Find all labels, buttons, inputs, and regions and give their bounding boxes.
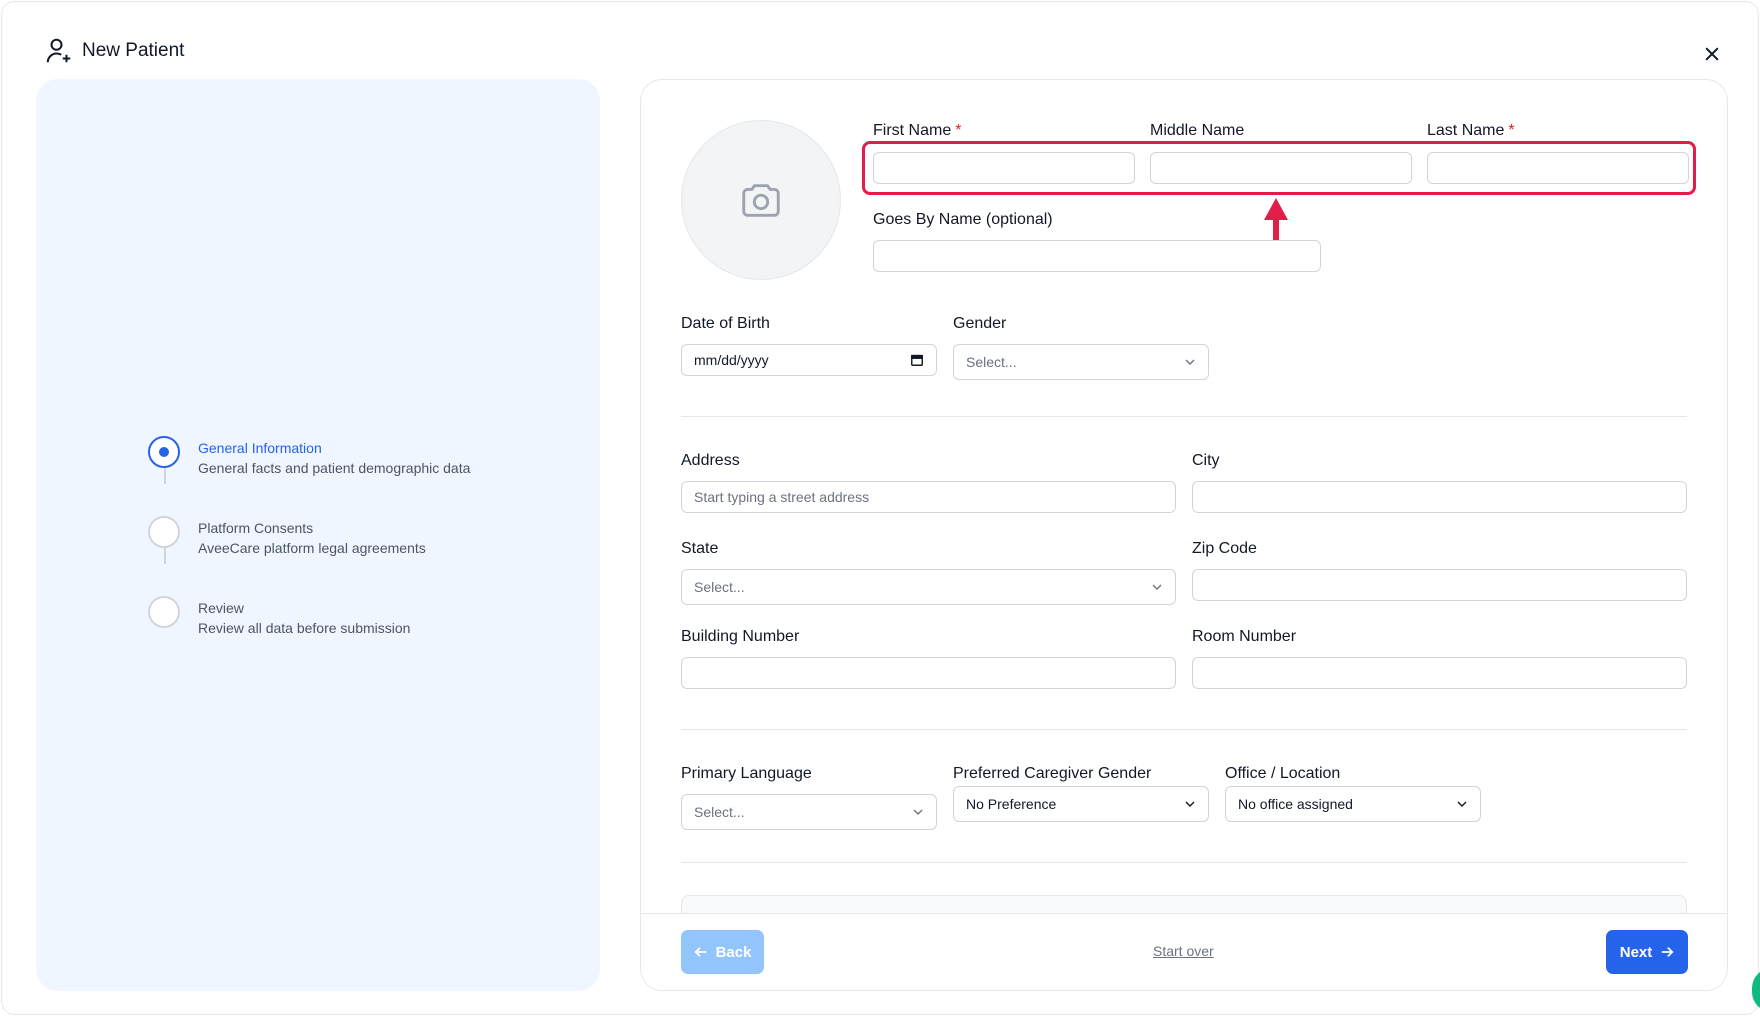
primary-language-label: Primary Language [681,765,812,782]
arrow-right-icon [1662,947,1674,957]
room-input[interactable] [1192,657,1687,689]
chevron-down-icon [913,809,923,815]
camera-icon [742,184,780,217]
form-footer: Back Start over Next [641,913,1727,990]
middle-name-label: Middle Name [1150,122,1245,139]
first-name-label: First Name * [873,122,962,139]
city-label: City [1192,452,1220,469]
close-button[interactable] [1698,40,1726,68]
caregiver-gender-label: Preferred Caregiver Gender [953,765,1152,782]
state-select[interactable]: Select... [681,569,1176,605]
gender-select[interactable]: Select... [953,344,1209,380]
chevron-down-icon [1185,359,1195,365]
section-divider [681,862,1687,863]
caregiver-gender-value: No Preference [966,796,1057,812]
chevron-down-icon [1152,584,1162,590]
step-indicator-active [148,436,180,468]
office-location-value: No office assigned [1238,796,1353,812]
section-divider [681,729,1687,730]
address-input[interactable]: Start typing a street address [681,481,1176,513]
gender-label: Gender [953,315,1007,332]
calendar-icon[interactable] [910,353,924,367]
step-title: General Information [198,440,322,456]
chevron-down-icon [1185,801,1195,807]
stepper-panel: General Information General facts and pa… [36,79,600,991]
state-placeholder: Select... [694,579,745,595]
building-input[interactable] [681,657,1176,689]
step-title: Review [198,600,244,616]
step-general-information[interactable]: General Information General facts and pa… [148,436,470,478]
close-icon [1705,47,1719,61]
step-platform-consents[interactable]: Platform Consents AveeCare platform lega… [148,516,426,558]
step-subtitle: AveeCare platform legal agreements [198,540,426,556]
step-review[interactable]: Review Review all data before submission [148,596,410,638]
step-title: Platform Consents [198,520,314,536]
modal-title: New Patient [82,40,185,61]
dob-placeholder: mm/dd/yyyy [694,352,769,368]
dob-input[interactable]: mm/dd/yyyy [681,344,937,376]
step-subtitle: General facts and patient demographic da… [198,460,471,476]
start-over-link[interactable]: Start over [1153,943,1214,959]
goes-by-input[interactable] [873,240,1321,272]
user-plus-icon [46,38,71,63]
general-information-form: First Name * Middle Name Last Name * Goes … [640,79,1728,991]
next-button-label: Next [1619,943,1653,961]
section-divider [681,416,1687,417]
step-indicator [148,596,180,628]
name-fields-highlight [862,141,1696,195]
next-button[interactable]: Next [1606,930,1688,974]
goes-by-label: Goes By Name (optional) [873,211,1053,228]
room-label: Room Number [1192,628,1297,645]
back-button[interactable]: Back [681,930,764,974]
office-location-select[interactable]: No office assigned [1225,786,1481,822]
chevron-down-icon [1457,801,1467,807]
caregiver-gender-select[interactable]: No Preference [953,786,1209,822]
building-label: Building Number [681,628,800,645]
city-input[interactable] [1192,481,1687,513]
office-location-label: Office / Location [1225,765,1341,782]
back-button-label: Back [715,943,752,961]
modal-header: New Patient [44,36,184,66]
last-name-label: Last Name * [1427,122,1515,139]
state-label: State [681,540,719,557]
address-label: Address [681,452,740,469]
zip-input[interactable] [1192,569,1687,601]
primary-language-placeholder: Select... [694,804,745,820]
zip-label: Zip Code [1192,540,1257,557]
step-subtitle: Review all data before submission [198,620,411,636]
photo-upload[interactable] [681,120,841,280]
gender-placeholder: Select... [966,354,1017,370]
primary-language-select[interactable]: Select... [681,794,937,830]
arrow-left-icon [694,947,706,957]
step-indicator [148,516,180,548]
dob-label: Date of Birth [681,315,770,332]
new-patient-modal: New Patient General Information General … [1,1,1759,1015]
